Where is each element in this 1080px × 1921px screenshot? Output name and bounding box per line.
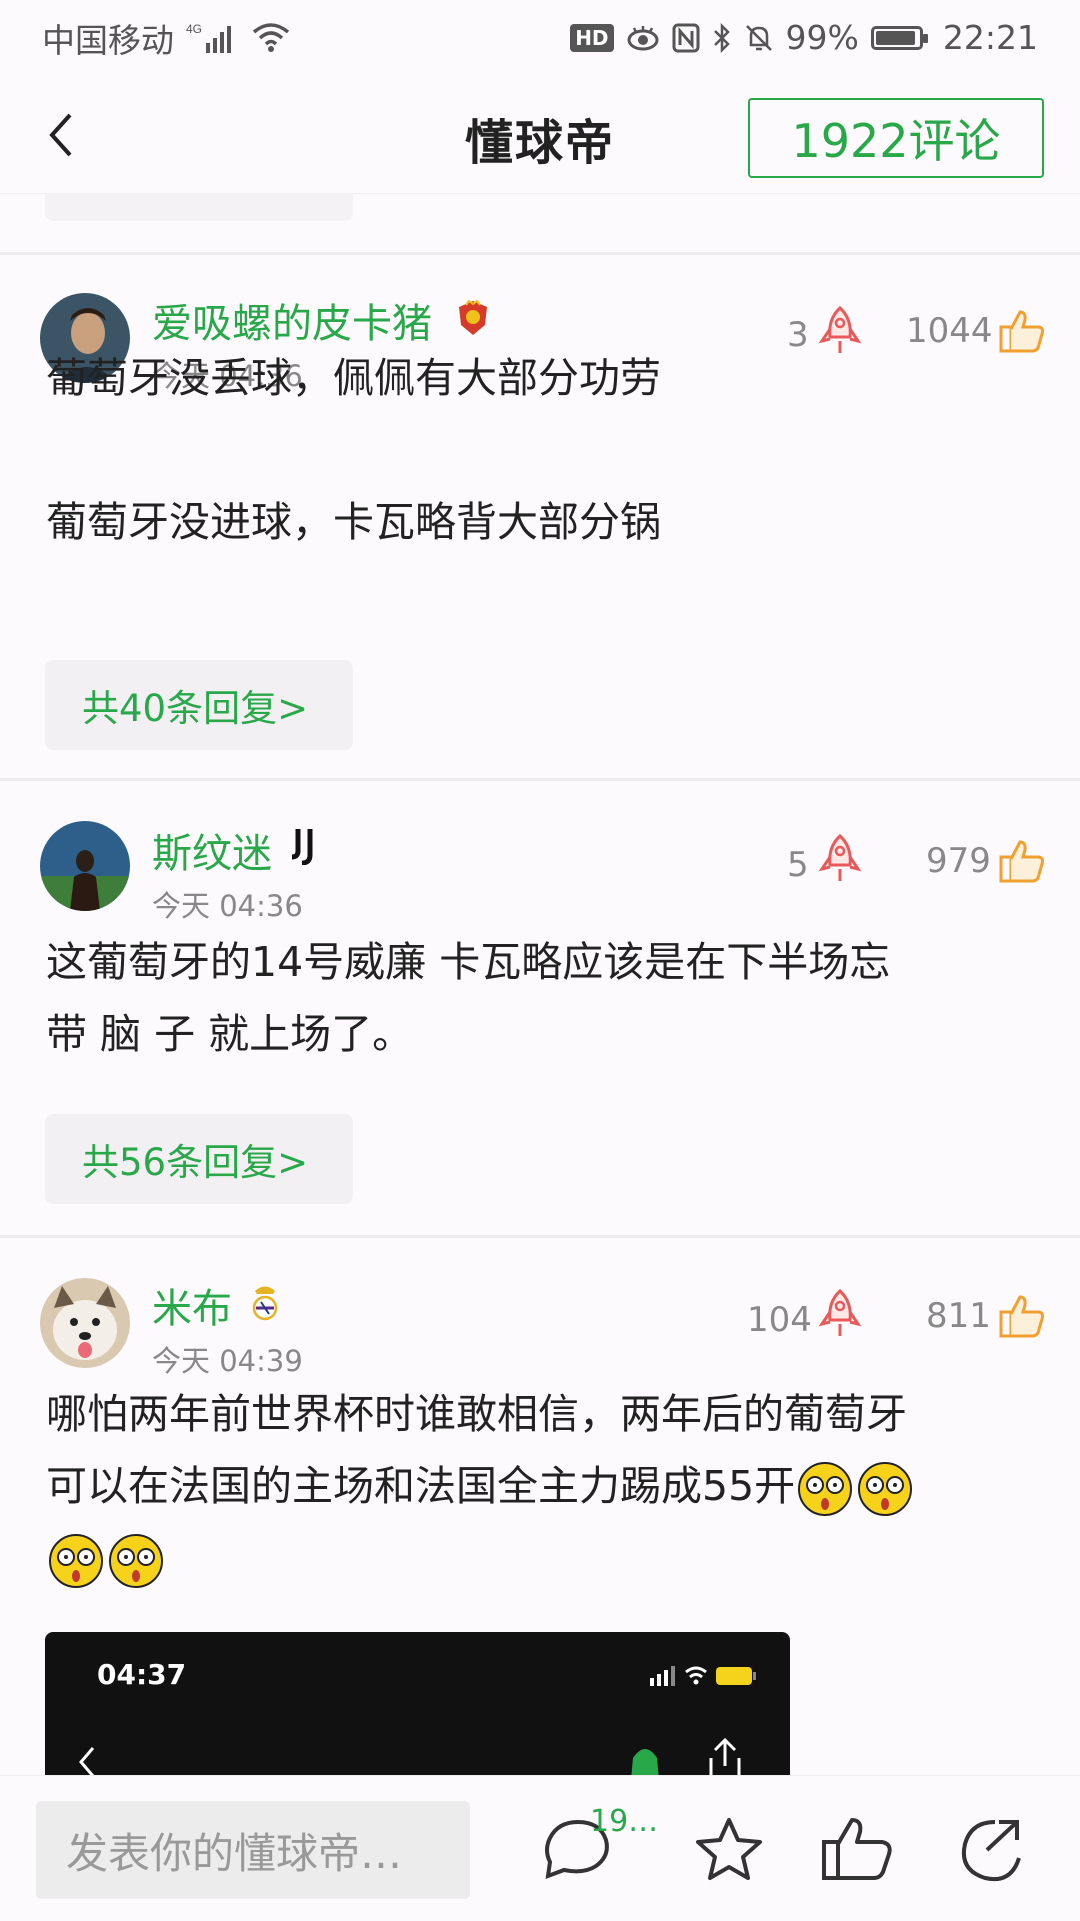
share-icon: [962, 1820, 1021, 1881]
battery-icon: [870, 25, 928, 50]
bottom-bar: 发表你的懂球帝… 19…: [0, 1775, 1080, 1921]
comment-image[interactable]: 04:37: [45, 1632, 790, 1780]
image-bell-icon: [631, 1749, 659, 1780]
image-status-icons: [650, 1666, 756, 1686]
battery-percent: 99%: [785, 18, 859, 57]
rocket-icon[interactable]: [818, 1288, 862, 1340]
svg-text:4G: 4G: [186, 22, 202, 36]
previous-replies-button-tail[interactable]: [45, 193, 353, 221]
like-count: 979: [926, 841, 991, 881]
hd-icon: HD: [570, 23, 614, 52]
team-badge-icon: [456, 299, 490, 337]
replies-button[interactable]: 共40条回复>: [45, 660, 353, 750]
comment-body: 葡萄牙没丢球，佩佩有大部分功劳 葡萄牙没进球，卡瓦略背大部分锅: [46, 342, 1046, 558]
thumbs-up-icon[interactable]: [998, 1292, 1046, 1340]
comment-line: [46, 414, 1046, 486]
divider: [0, 252, 1080, 255]
rocket-count: 5: [787, 845, 809, 885]
avatar[interactable]: [40, 1278, 130, 1368]
rocket-count: 104: [747, 1300, 812, 1340]
status-bar: 中国移动 4G HD 99% 22:21: [0, 0, 1080, 75]
comment-line: 哪怕两年前世界杯时谁敢相信，两年后的葡萄牙: [46, 1390, 907, 1438]
username[interactable]: 米布: [152, 1276, 232, 1334]
thumbs-up-icon[interactable]: [998, 837, 1046, 885]
shocked-emoji-icon: [106, 1531, 166, 1591]
comment-body: 这葡萄牙的14号威廉 卡瓦略应该是在下半场忘 带 脑 子 就上场了。: [46, 926, 1046, 1070]
star-icon: [696, 1818, 762, 1880]
replies-button[interactable]: 共56条回复>: [45, 1114, 353, 1204]
carrier-label: 中国移动: [42, 20, 174, 60]
nav-bar: 懂球帝 1922评论: [0, 75, 1080, 194]
real-madrid-badge-icon: [248, 1282, 282, 1321]
comment-time: 今天 04:39: [152, 1344, 303, 1378]
username[interactable]: 斯纹迷: [152, 821, 272, 879]
thumbs-up-icon: [822, 1818, 892, 1880]
bluetooth-icon: [712, 22, 732, 53]
comments-count-button[interactable]: 1922评论: [748, 98, 1044, 178]
comment-line: 葡萄牙没进球，卡瓦略背大部分锅: [46, 498, 661, 546]
favorite-button[interactable]: [694, 1816, 764, 1886]
comment-line: 带 脑 子 就上场了。: [46, 1010, 414, 1058]
mute-bell-icon: [744, 23, 774, 53]
username[interactable]: 爱吸螺的皮卡猪: [152, 291, 432, 349]
comment-line: 葡萄牙没丢球，佩佩有大部分功劳: [46, 354, 661, 402]
avatar[interactable]: [40, 821, 130, 911]
juventus-badge-icon: [288, 825, 322, 866]
divider: [0, 778, 1080, 781]
like-count: 811: [926, 1296, 991, 1336]
signal-icon: 4G: [186, 21, 240, 55]
shocked-emoji-icon: [855, 1459, 915, 1519]
wifi-icon: [252, 22, 290, 54]
image-time-label: 04:37: [97, 1658, 187, 1691]
like-button[interactable]: [820, 1814, 896, 1888]
comment-input[interactable]: 发表你的懂球帝…: [36, 1801, 470, 1899]
nfc-icon: [672, 23, 700, 53]
comment-time: 今天 04:36: [152, 889, 303, 923]
shocked-emoji-icon: [795, 1459, 855, 1519]
comment-line: 这葡萄牙的14号威廉 卡瓦略应该是在下半场忘: [46, 938, 891, 986]
clock: 22:21: [942, 18, 1038, 57]
eye-icon: [626, 24, 660, 52]
divider: [0, 1235, 1080, 1238]
comment-line: 可以在法国的主场和法国全主力踢成55开: [46, 1462, 796, 1510]
rocket-icon[interactable]: [818, 833, 862, 885]
comment-body: 哪怕两年前世界杯时谁敢相信，两年后的葡萄牙 可以在法国的主场和法国全主力踢成55…: [46, 1378, 1046, 1594]
shocked-emoji-icon: [46, 1531, 106, 1591]
comment-count-badge: 19…: [590, 1804, 659, 1839]
share-button[interactable]: [955, 1814, 1025, 1888]
image-share-icon: [709, 1737, 741, 1780]
